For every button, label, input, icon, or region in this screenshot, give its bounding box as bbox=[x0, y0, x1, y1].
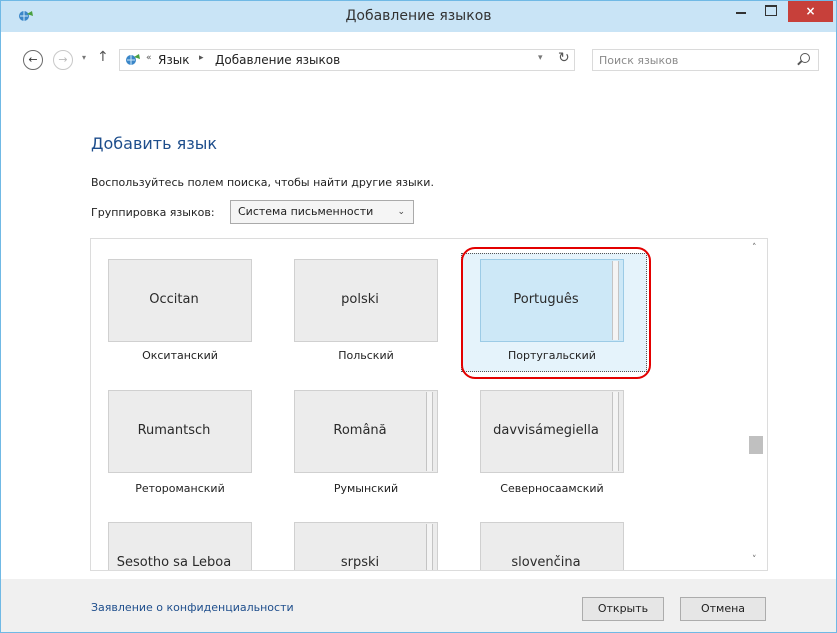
vertical-scrollbar[interactable]: ˄ ˅ bbox=[746, 239, 767, 570]
back-button[interactable]: ← bbox=[23, 50, 43, 70]
forward-button[interactable]: → bbox=[53, 50, 73, 70]
page-description: Воспользуйтесь полем поиска, чтобы найти… bbox=[91, 176, 434, 189]
language-tile-rumantsch[interactable]: Rumantsch bbox=[108, 390, 252, 473]
navigation-bar: ← → ▾ ↑ « Язык ▸ Добавление языков ▾ ↻ bbox=[1, 43, 836, 77]
language-native-name: Sesotho sa Leboa bbox=[116, 555, 232, 570]
address-bar[interactable]: « Язык ▸ Добавление языков ▾ ↻ bbox=[119, 49, 575, 71]
privacy-statement-link[interactable]: Заявление о конфиденциальности bbox=[91, 601, 294, 614]
breadcrumb-separator-icon[interactable]: ▸ bbox=[199, 53, 204, 63]
language-native-name: polski bbox=[341, 292, 379, 307]
language-native-name: Română bbox=[333, 423, 387, 438]
language-location-icon bbox=[126, 54, 140, 65]
breadcrumb-add-languages[interactable]: Добавление языков bbox=[215, 53, 340, 67]
grouping-select-value: Система письменности bbox=[238, 205, 374, 218]
scroll-up-icon[interactable]: ˄ bbox=[752, 243, 757, 253]
language-native-name: Occitan bbox=[149, 292, 199, 307]
forward-arrow-icon: → bbox=[58, 53, 68, 66]
grouping-select[interactable]: Система письменности ⌄ bbox=[230, 200, 414, 224]
language-localized-name: Окситанский bbox=[142, 349, 218, 362]
scrollbar-thumb[interactable] bbox=[749, 436, 763, 454]
scroll-down-icon[interactable]: ˅ bbox=[752, 555, 757, 565]
close-button[interactable]: × bbox=[788, 1, 833, 22]
breadcrumb-language[interactable]: Язык bbox=[158, 53, 189, 67]
language-localized-name: Северносаамский bbox=[500, 482, 604, 495]
language-list[interactable]: Occitan Окситанский polski Польский Port… bbox=[90, 238, 768, 571]
page-heading: Добавить язык bbox=[91, 134, 218, 153]
language-tile-polski[interactable]: polski bbox=[294, 259, 438, 342]
tile-stack-edge bbox=[426, 392, 433, 471]
language-localized-name: Ретороманский bbox=[135, 482, 225, 495]
up-arrow-icon[interactable]: ↑ bbox=[97, 49, 109, 65]
search-input[interactable] bbox=[593, 50, 794, 70]
back-arrow-icon: ← bbox=[28, 53, 38, 66]
minimize-button[interactable] bbox=[728, 1, 754, 22]
add-languages-window: Добавление языков × ← → ▾ ↑ « Язык ▸ Доб… bbox=[0, 0, 837, 633]
footer-bar: Заявление о конфиденциальности Открыть О… bbox=[1, 579, 836, 632]
cancel-button[interactable]: Отмена bbox=[680, 597, 766, 621]
search-box[interactable] bbox=[592, 49, 819, 71]
language-tile-occitan[interactable]: Occitan bbox=[108, 259, 252, 342]
recent-locations-icon[interactable]: ▾ bbox=[82, 53, 86, 62]
language-tile-sesotho-sa-leboa[interactable]: Sesotho sa Leboa bbox=[108, 522, 252, 570]
breadcrumb-overflow-icon[interactable]: « bbox=[146, 53, 152, 63]
language-tile-davvisamegiella[interactable]: davvisámegiella bbox=[480, 390, 624, 473]
language-native-name: srpski bbox=[340, 555, 380, 570]
language-tile-romana[interactable]: Română bbox=[294, 390, 438, 473]
close-icon: × bbox=[805, 4, 816, 18]
language-localized-name: Польский bbox=[338, 349, 394, 362]
chevron-down-icon: ⌄ bbox=[397, 207, 405, 217]
maximize-button[interactable] bbox=[758, 1, 784, 22]
annotation-highlight bbox=[461, 247, 651, 379]
refresh-icon[interactable]: ↻ bbox=[558, 50, 570, 66]
language-tile-slovencina[interactable]: slovenčina bbox=[480, 522, 624, 570]
tile-stack-edge bbox=[426, 524, 433, 570]
language-localized-name: Румынский bbox=[333, 482, 399, 495]
title-bar[interactable]: Добавление языков × bbox=[1, 1, 836, 32]
search-icon[interactable] bbox=[800, 53, 810, 63]
open-button[interactable]: Открыть bbox=[582, 597, 664, 621]
grouping-label: Группировка языков: bbox=[91, 206, 215, 219]
address-dropdown-icon[interactable]: ▾ bbox=[538, 53, 543, 63]
language-tile-srpski[interactable]: srpski bbox=[294, 522, 438, 570]
language-native-name: Rumantsch bbox=[137, 423, 211, 438]
tile-stack-edge bbox=[612, 392, 619, 471]
language-native-name: slovenčina bbox=[511, 555, 581, 570]
window-title: Добавление языков bbox=[345, 8, 492, 24]
language-native-name: davvisámegiella bbox=[493, 423, 599, 438]
